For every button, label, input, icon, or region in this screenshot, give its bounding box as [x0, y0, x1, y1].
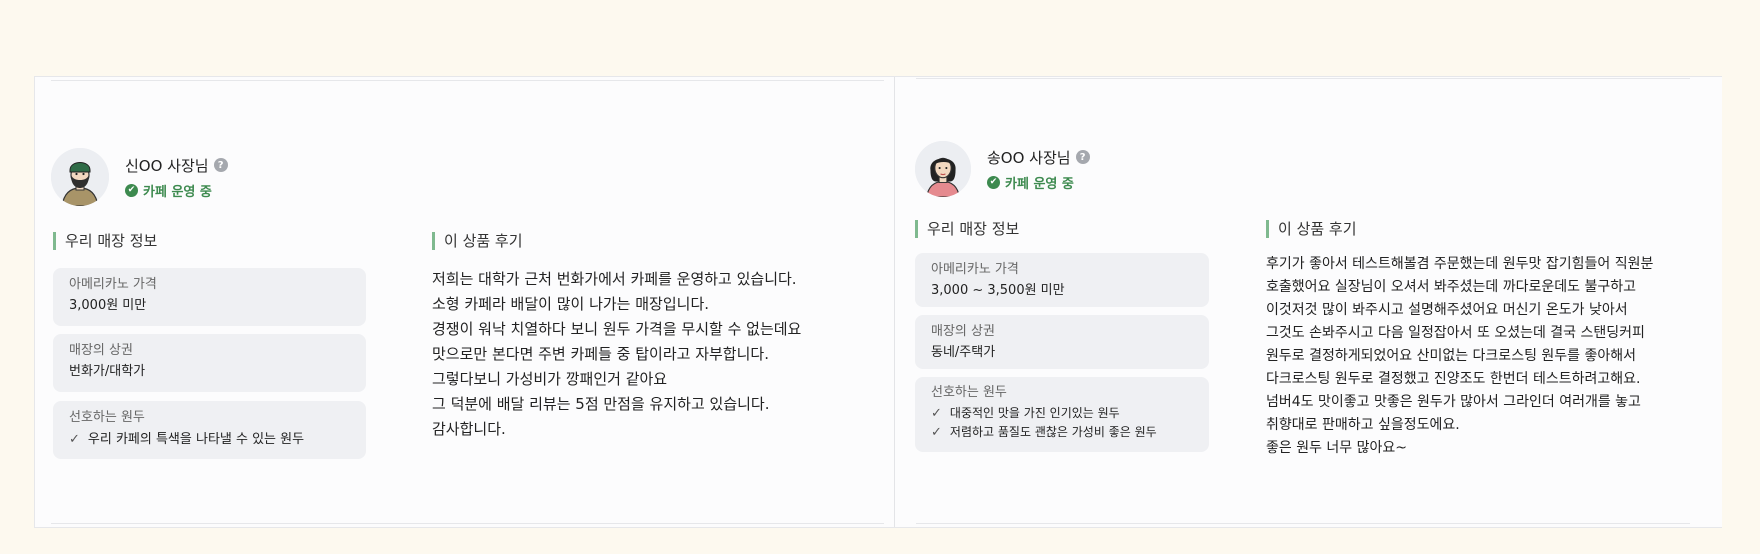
price-box: 아메리카노 가격 3,000 ~ 3,500원 미만 — [915, 253, 1209, 307]
divider — [916, 523, 1690, 524]
status-row: ✔ 카페 운영 중 — [125, 181, 228, 200]
district-value: 동네/주택가 — [931, 345, 996, 360]
owner-name-row: 신OO 사장님 ? — [125, 155, 228, 176]
review-body: 저희는 대학가 근처 번화가에서 카페를 운영하고 있습니다. 소형 카페라 배… — [432, 267, 801, 442]
bean-box: 선호하는 원두 ✓ 대중적인 맛을 가진 인기있는 원두 ✓ 저렴하고 품질도 … — [915, 377, 1209, 452]
review-card: 송OO 사장님 ? ✔ 카페 운영 중 우리 매장 정보 아메리카노 가격 3,… — [896, 77, 1722, 527]
price-value: 3,000원 미만 — [69, 298, 147, 313]
district-box: 매장의 상권 번화가/대학가 — [53, 334, 366, 392]
review-title: 이 상품 후기 — [432, 232, 523, 250]
review-line: 후기가 좋아서 테스트해볼겸 주문했는데 원두맛 잡기힘들어 직원분 — [1266, 256, 1654, 272]
review-line: 다크로스팅 원두로 결정했고 진양조도 한번더 테스트하려고해요. — [1266, 371, 1641, 387]
bean-box: 선호하는 원두 ✓ 우리 카페의 특색을 나타낼 수 있는 원두 — [53, 401, 366, 459]
owner-name: 신OO 사장님 — [125, 156, 209, 175]
review-line: 그것도 손봐주시고 다음 일정잡아서 또 오셨는데 결국 스탠딩커피 — [1266, 325, 1645, 341]
bean-label: 선호하는 원두 — [931, 385, 1007, 400]
bean-pref-item: ✓ 저렴하고 품질도 괜찮은 가성비 좋은 원두 — [931, 423, 1193, 442]
bean-pref-item: ✓ 대중적인 맛을 가진 인기있는 원두 — [931, 404, 1193, 423]
verified-icon: ✔ — [125, 183, 138, 197]
owner-profile: 송OO 사장님 ? ✔ 카페 운영 중 — [915, 141, 1090, 197]
avatar — [915, 141, 971, 197]
review-line: 원두로 결정하게되었어요 산미없는 다크로스팅 원두를 좋아해서 — [1266, 348, 1637, 364]
review-line: 경쟁이 워낙 치열하다 보니 원두 가격을 무시할 수 없는데요 — [432, 320, 802, 338]
store-info-title: 우리 매장 정보 — [53, 232, 157, 250]
review-line: 그 덕분에 배달 리뷰는 5점 만점을 유지하고 있습니다. — [432, 395, 770, 413]
owner-name: 송OO 사장님 — [987, 148, 1071, 167]
verified-icon: ✔ — [987, 175, 1000, 189]
review-line: 감사합니다. — [432, 420, 506, 438]
district-label: 매장의 상권 — [931, 324, 995, 339]
price-box: 아메리카노 가격 3,000원 미만 — [53, 268, 366, 326]
check-icon: ✓ — [69, 432, 80, 447]
divider — [51, 523, 884, 524]
review-carousel: 신OO 사장님 ? ✔ 카페 운영 중 우리 매장 정보 아메리카노 가격 3,… — [34, 76, 1722, 528]
male-owner-avatar-icon — [51, 148, 109, 206]
review-card: 신OO 사장님 ? ✔ 카페 운영 중 우리 매장 정보 아메리카노 가격 3,… — [35, 77, 895, 527]
status-text: 카페 운영 중 — [1005, 176, 1074, 192]
price-label: 아메리카노 가격 — [69, 277, 157, 292]
check-icon: ✓ — [931, 406, 942, 421]
district-value: 번화가/대학가 — [69, 364, 146, 379]
review-line: 저희는 대학가 근처 번화가에서 카페를 운영하고 있습니다. — [432, 270, 797, 288]
review-line: 맛으로만 본다면 주변 카페들 중 탑이라고 자부합니다. — [432, 345, 769, 363]
district-label: 매장의 상권 — [69, 343, 133, 358]
status-text: 카페 운영 중 — [143, 184, 212, 200]
review-line: 호출했어요 실장님이 오셔서 봐주셨는데 까다로운데도 불구하고 — [1266, 279, 1637, 295]
review-line: 소형 카페라 배달이 많이 나가는 매장입니다. — [432, 295, 710, 313]
help-icon[interactable]: ? — [213, 158, 228, 172]
divider — [916, 78, 1690, 79]
avatar — [51, 148, 109, 206]
review-line: 취향대로 판매하고 싶을정도에요. — [1266, 417, 1460, 433]
review-body: 후기가 좋아서 테스트해볼겸 주문했는데 원두맛 잡기힘들어 직원분 호출했어요… — [1266, 253, 1653, 460]
divider — [51, 80, 884, 81]
bean-pref-text: 대중적인 맛을 가진 인기있는 원두 — [949, 406, 1120, 420]
bean-pref-item: ✓ 우리 카페의 특색을 나타낼 수 있는 원두 — [69, 430, 350, 449]
price-value: 3,000 ~ 3,500원 미만 — [931, 283, 1065, 298]
owner-name-row: 송OO 사장님 ? — [987, 147, 1090, 168]
status-row: ✔ 카페 운영 중 — [987, 173, 1090, 192]
bean-label: 선호하는 원두 — [69, 410, 145, 425]
female-owner-avatar-icon — [915, 141, 971, 197]
review-line: 넘버4도 맛이좋고 맛좋은 원두가 많아서 그라인더 여러개를 놓고 — [1266, 394, 1641, 410]
bean-pref-text: 우리 카페의 특색을 나타낼 수 있는 원두 — [87, 432, 305, 447]
check-icon: ✓ — [931, 425, 942, 440]
price-label: 아메리카노 가격 — [931, 262, 1019, 277]
owner-profile: 신OO 사장님 ? ✔ 카페 운영 중 — [51, 148, 228, 206]
review-line: 그렇다보니 가성비가 깡패인거 같아요 — [432, 370, 668, 388]
district-box: 매장의 상권 동네/주택가 — [915, 315, 1209, 369]
review-line: 이것저것 많이 봐주시고 설명해주셨어요 머신기 온도가 낮아서 — [1266, 302, 1628, 318]
review-line: 좋은 원두 너무 많아요~ — [1266, 440, 1408, 456]
bean-pref-text: 저렴하고 품질도 괜찮은 가성비 좋은 원두 — [949, 425, 1157, 439]
review-title: 이 상품 후기 — [1266, 220, 1357, 238]
store-info-title: 우리 매장 정보 — [915, 220, 1019, 238]
help-icon[interactable]: ? — [1075, 150, 1090, 164]
